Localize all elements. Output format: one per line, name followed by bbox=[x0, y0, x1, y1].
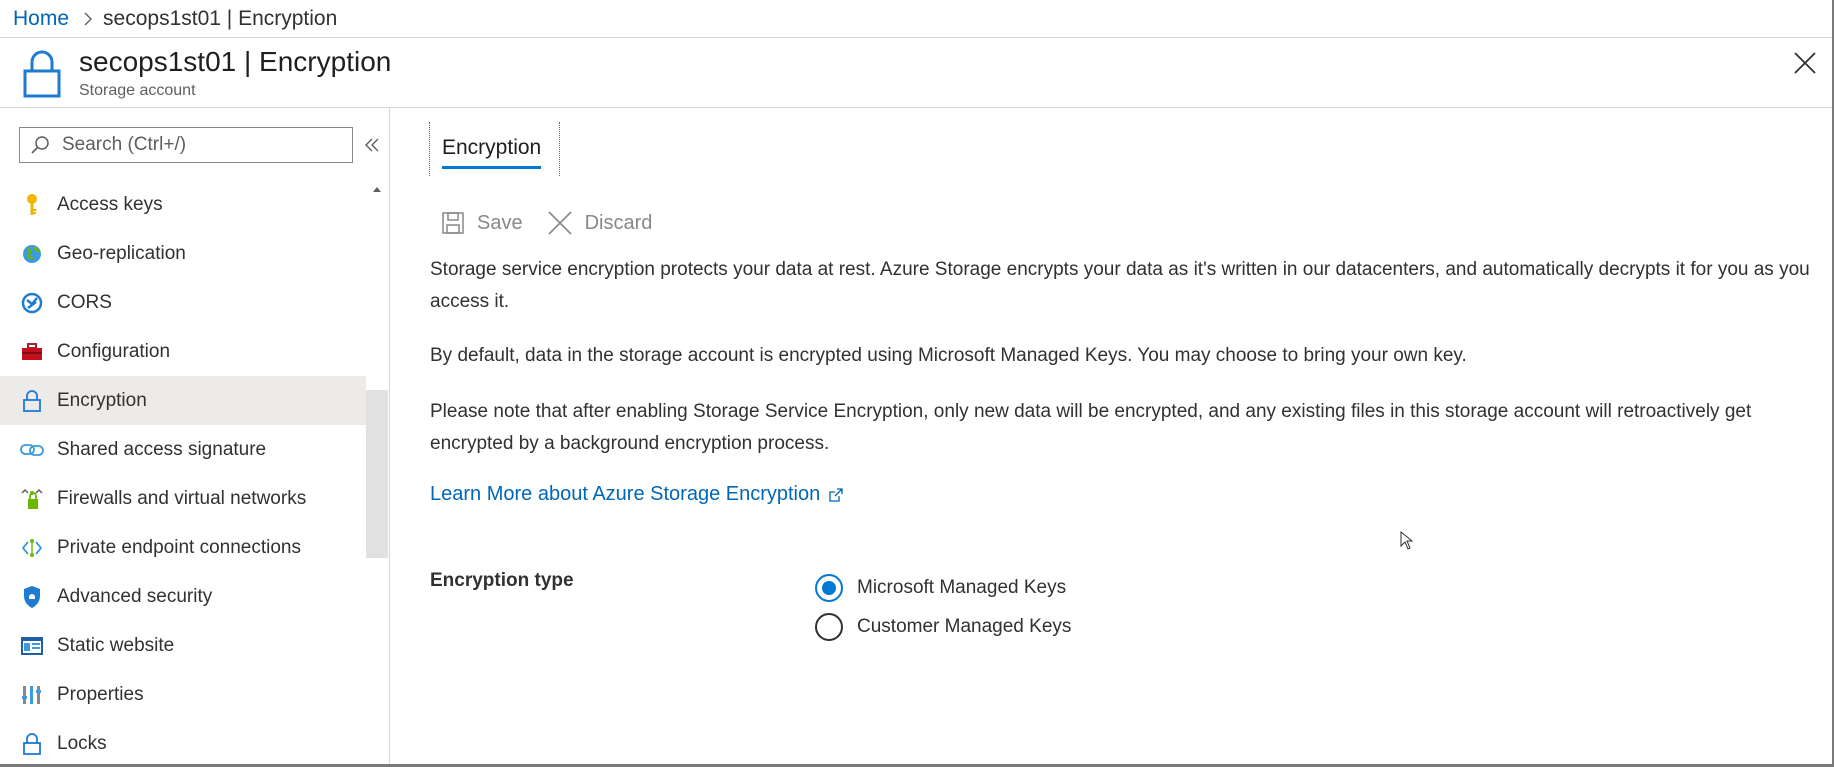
save-icon bbox=[442, 212, 464, 234]
sidebar-item-label: Properties bbox=[57, 683, 144, 705]
sidebar-nav: Access keys Geo-replication CORS Configu… bbox=[0, 180, 366, 767]
lock-icon bbox=[23, 50, 61, 98]
sidebar-item-label: Locks bbox=[57, 732, 107, 754]
learn-more-link[interactable]: Learn More about Azure Storage Encryptio… bbox=[430, 483, 844, 506]
sidebar-item-label: Advanced security bbox=[57, 585, 213, 607]
sidebar-item-locks[interactable]: Locks bbox=[0, 719, 366, 767]
blade-header: secops1st01 | Encryption Storage account bbox=[0, 38, 1832, 108]
sidebar-item-firewalls[interactable]: Firewalls and virtual networks bbox=[0, 474, 366, 523]
page-subtitle: Storage account bbox=[79, 82, 196, 99]
command-bar: Save Discard bbox=[441, 210, 676, 236]
sidebar-item-access-keys[interactable]: Access keys bbox=[0, 180, 366, 229]
sidebar-item-label: Encryption bbox=[57, 389, 147, 411]
description-paragraph: Please note that after enabling Storage … bbox=[430, 401, 1752, 454]
sidebar-item-label: CORS bbox=[57, 291, 112, 313]
radio-microsoft-managed-keys[interactable]: Microsoft Managed Keys bbox=[815, 568, 1071, 607]
search-icon bbox=[31, 136, 49, 154]
endpoint-icon bbox=[20, 536, 44, 560]
external-link-icon bbox=[829, 487, 843, 502]
sidebar-item-shared-access-signature[interactable]: Shared access signature bbox=[0, 425, 366, 474]
sidebar-item-label: Private endpoint connections bbox=[57, 536, 301, 558]
sidebar-item-label: Configuration bbox=[57, 340, 171, 362]
save-label: Save bbox=[477, 211, 523, 234]
toolbox-icon bbox=[20, 340, 44, 364]
radio-selected-indicator[interactable] bbox=[815, 573, 843, 602]
breadcrumb: Home secops1st01 | Encryption bbox=[0, 0, 1832, 38]
encryption-type-label: Encryption type bbox=[430, 570, 574, 591]
discard-button[interactable]: Discard bbox=[547, 210, 653, 236]
close-icon[interactable] bbox=[1792, 50, 1818, 76]
save-button[interactable]: Save bbox=[441, 211, 523, 235]
chevron-right-icon bbox=[83, 11, 93, 27]
sidebar-item-label: Access keys bbox=[57, 193, 163, 215]
sidebar-item-encryption[interactable]: Encryption bbox=[0, 376, 366, 425]
sidebar: Access keys Geo-replication CORS Configu… bbox=[0, 108, 390, 764]
collapse-sidebar-icon[interactable] bbox=[362, 134, 382, 156]
link-icon bbox=[20, 438, 44, 462]
sidebar-item-private-endpoint[interactable]: Private endpoint connections bbox=[0, 523, 366, 572]
radio-label: Microsoft Managed Keys bbox=[857, 576, 1067, 598]
radio-unselected-indicator[interactable] bbox=[815, 612, 843, 641]
discard-icon bbox=[548, 211, 572, 235]
description-paragraph: Storage service encryption protects your… bbox=[430, 259, 1810, 312]
search-box bbox=[19, 127, 353, 163]
shield-icon bbox=[20, 585, 44, 609]
learn-more-label: Learn More about Azure Storage Encryptio… bbox=[430, 483, 821, 505]
sidebar-item-advanced-security[interactable]: Advanced security bbox=[0, 572, 366, 621]
sidebar-item-properties[interactable]: Properties bbox=[0, 670, 366, 719]
lock-icon bbox=[20, 389, 44, 413]
website-icon bbox=[20, 634, 44, 658]
mouse-cursor-icon bbox=[1400, 531, 1414, 550]
tab-strip: Encryption bbox=[429, 122, 560, 176]
scroll-up-arrow-icon[interactable] bbox=[370, 180, 384, 198]
breadcrumb-home-link[interactable]: Home bbox=[13, 7, 69, 31]
key-icon bbox=[20, 193, 44, 217]
radio-label: Customer Managed Keys bbox=[857, 615, 1072, 637]
discard-label: Discard bbox=[584, 211, 653, 234]
radio-customer-managed-keys[interactable]: Customer Managed Keys bbox=[815, 607, 1071, 646]
main-content: Encryption Save Discard Storage service … bbox=[391, 108, 1832, 764]
encryption-type-radio-group: Microsoft Managed Keys Customer Managed … bbox=[815, 568, 1071, 646]
scrollbar-thumb[interactable] bbox=[366, 390, 388, 558]
sidebar-item-static-website[interactable]: Static website bbox=[0, 621, 366, 670]
sidebar-item-geo-replication[interactable]: Geo-replication bbox=[0, 229, 366, 278]
sidebar-item-label: Static website bbox=[57, 634, 175, 656]
globe-icon bbox=[20, 242, 44, 266]
lock-icon bbox=[20, 732, 44, 756]
properties-icon bbox=[20, 683, 44, 707]
sidebar-item-configuration[interactable]: Configuration bbox=[0, 327, 366, 376]
sidebar-item-label: Firewalls and virtual networks bbox=[57, 487, 307, 509]
tab-encryption[interactable]: Encryption bbox=[442, 136, 542, 169]
breadcrumb-current: secops1st01 | Encryption bbox=[103, 6, 338, 30]
sidebar-scrollbar[interactable] bbox=[366, 180, 388, 764]
cors-icon bbox=[20, 291, 44, 315]
search-input[interactable] bbox=[62, 134, 342, 156]
sidebar-item-label: Geo-replication bbox=[57, 242, 186, 264]
sidebar-item-cors[interactable]: CORS bbox=[0, 278, 366, 327]
description-paragraph: By default, data in the storage account … bbox=[430, 345, 1467, 366]
page-title: secops1st01 | Encryption bbox=[79, 46, 392, 77]
firewall-icon bbox=[20, 487, 44, 511]
sidebar-item-label: Shared access signature bbox=[57, 438, 267, 460]
